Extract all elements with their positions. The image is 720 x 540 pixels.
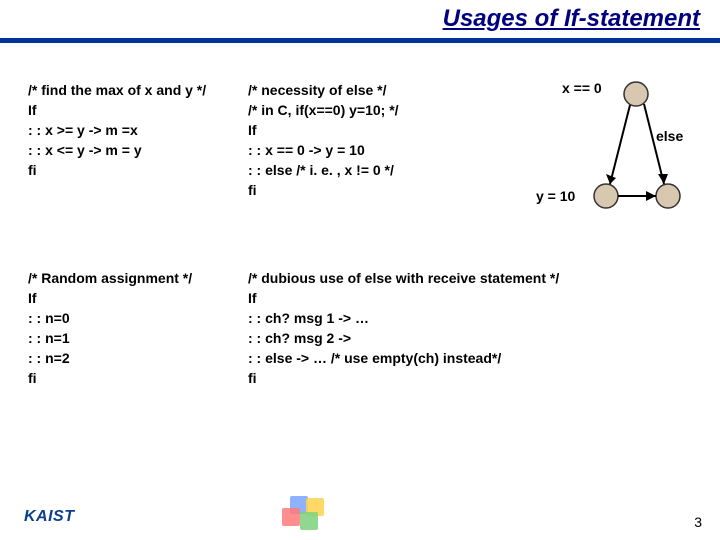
flow-diagram: x == 0 else y = 10 [468,80,692,246]
edge-xeq0 [610,105,630,184]
slide-title: Usages of If-statement [0,0,710,38]
code-dubious: /* dubious use of else with receive stat… [248,268,692,388]
code-max: /* find the max of x and y */ If : : x >… [28,80,248,180]
page-number: 3 [694,514,702,530]
content: /* find the max of x and y */ If : : x >… [28,80,692,460]
code-necessity: /* necessity of else */ /* in C, if(x==0… [248,80,468,200]
title-rule [0,38,720,43]
code-random: /* Random assignment */ If : : n=0 : : n… [28,268,248,388]
square-red [282,508,300,526]
node-right [656,184,680,208]
decorative-squares [280,496,336,532]
diagram-svg [468,80,692,246]
col-necessity: /* necessity of else */ /* in C, if(x==0… [248,80,468,246]
label-else: else [656,128,683,144]
col-random: /* Random assignment */ If : : n=0 : : n… [28,268,248,424]
col-diagram: x == 0 else y = 10 [468,80,692,246]
arrow-xeq0 [606,174,616,184]
node-left [594,184,618,208]
arrow-merge [646,191,656,201]
title-area: Usages of If-statement [0,0,720,48]
square-green [300,512,318,530]
label-y10: y = 10 [536,188,575,204]
col-dubious: /* dubious use of else with receive stat… [248,268,692,424]
kaist-logo: KAIST [24,508,75,526]
slide: Usages of If-statement /* find the max o… [0,0,720,540]
col-max: /* find the max of x and y */ If : : x >… [28,80,248,246]
row-bottom: /* Random assignment */ If : : n=0 : : n… [28,268,692,424]
label-xeq0: x == 0 [562,80,602,96]
row-top: /* find the max of x and y */ If : : x >… [28,80,692,246]
edge-else [644,104,664,184]
node-top [624,82,648,106]
